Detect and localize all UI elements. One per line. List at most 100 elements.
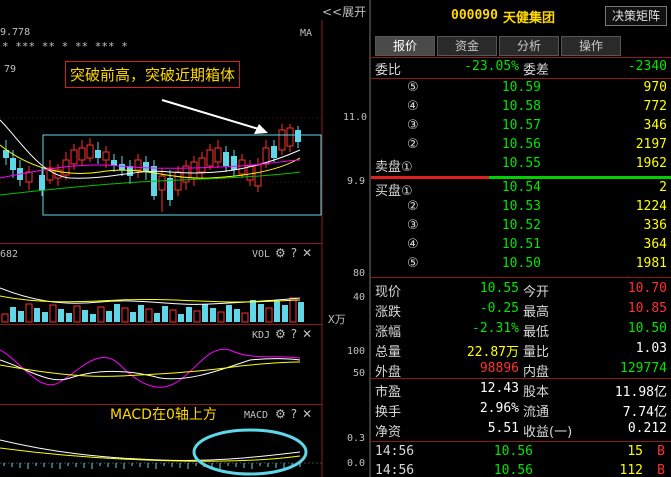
kdj-d-line xyxy=(0,361,301,377)
bid-price: 10.53 xyxy=(501,199,541,214)
stat-label: 最高 xyxy=(523,305,550,320)
candle-body xyxy=(246,165,254,181)
vol-unit: X万 xyxy=(328,313,346,326)
volume-bar xyxy=(202,304,208,322)
tab-operation[interactable]: 操作 xyxy=(561,36,621,56)
fundamental-label: 股本 xyxy=(523,385,550,400)
ma-partial-value: 9.778 xyxy=(0,27,31,38)
candle-body xyxy=(95,150,101,158)
price-axis-tick: 11.0 xyxy=(343,112,368,123)
tab-funds[interactable]: 资金 xyxy=(437,36,497,56)
vol-panel-tools: ⚙? ✕ xyxy=(270,246,312,260)
kline-chart-area[interactable]: 9.778 * *** ** * ** *** * 79 MA 突破前高，突破近… xyxy=(0,0,369,477)
tab-quote[interactable]: 报价 xyxy=(375,36,435,56)
close-icon[interactable]: ✕ xyxy=(302,407,312,421)
stat-value: -0.25 xyxy=(479,301,519,316)
volume-bar xyxy=(97,306,105,323)
gear-icon[interactable]: ⚙ xyxy=(275,246,286,260)
volume-bar xyxy=(25,303,33,323)
close-icon[interactable]: ✕ xyxy=(302,246,312,260)
candle-body xyxy=(39,175,45,190)
candle-body xyxy=(238,159,246,175)
ask-volume: 772 xyxy=(643,99,667,114)
fundamental-label: 收益(一) xyxy=(523,425,573,440)
candle-body xyxy=(174,171,182,191)
volume-bar xyxy=(289,297,297,323)
order-ratio-value: -23.05% xyxy=(464,59,519,74)
volume-bar xyxy=(217,311,225,323)
help-icon[interactable]: ? xyxy=(291,246,297,260)
macd-axis-tick: 0.3 xyxy=(347,433,366,444)
fundamental-row: 市盈 12.43 股本 11.98亿 xyxy=(371,380,671,400)
volume-bar xyxy=(234,309,240,322)
panel-divider xyxy=(0,243,322,244)
volume-bar xyxy=(210,308,216,322)
order-ratio-label: 委比 xyxy=(375,63,402,78)
ask-row[interactable]: ② 10.56 2197 xyxy=(371,136,671,155)
stat-value: 10.85 xyxy=(627,301,667,316)
tick-side: B xyxy=(657,444,665,459)
volume-bar xyxy=(169,309,177,323)
vol-panel-title: VOL xyxy=(252,249,271,260)
stat-value: 10.70 xyxy=(627,281,667,296)
kdj-k-line xyxy=(0,358,301,381)
bid-price: 10.51 xyxy=(501,237,541,252)
order-diff-label: 委差 xyxy=(523,63,550,78)
volume-bar xyxy=(114,304,120,322)
tick-row[interactable]: 14:56 10.56 112 B xyxy=(371,462,671,477)
stat-row: 现价 10.55 今开 10.70 xyxy=(371,280,671,300)
volume-bar xyxy=(66,313,72,322)
ask-row[interactable]: ④ 10.58 772 xyxy=(371,98,671,117)
stock-code: 000090 xyxy=(451,8,498,23)
divider xyxy=(371,378,671,379)
ask-price: 10.55 xyxy=(501,156,541,171)
volume-bar xyxy=(250,300,256,322)
quote-tabs: 报价 资金 分析 操作 xyxy=(375,36,623,56)
volume-bar xyxy=(1,313,9,323)
stat-label: 最低 xyxy=(523,325,550,340)
star-markers: * *** ** * ** *** * xyxy=(2,40,128,53)
candle-body xyxy=(167,178,173,200)
tick-row[interactable]: 14:56 10.56 15 B xyxy=(371,443,671,462)
bid-row[interactable]: ④ 10.51 364 xyxy=(371,236,671,255)
volume-bar xyxy=(193,310,201,323)
bid-level: ② xyxy=(407,199,419,214)
ask-level: ⑤ xyxy=(407,80,419,95)
candle-body xyxy=(190,161,198,179)
ask-row[interactable]: ⑤ 10.59 970 xyxy=(371,79,671,98)
tick-side: B xyxy=(657,463,665,477)
ask-row[interactable]: 卖盘① 10.55 1962 xyxy=(371,155,671,175)
tick-price: 10.56 xyxy=(493,444,533,459)
candle-body xyxy=(278,129,286,151)
stat-label: 总量 xyxy=(375,345,402,360)
volume-bar xyxy=(42,312,48,322)
volume-bar xyxy=(130,312,136,322)
bid-row[interactable]: ③ 10.52 336 xyxy=(371,217,671,236)
ask-level: ③ xyxy=(407,118,419,133)
bid-row[interactable]: ⑤ 10.50 1981 xyxy=(371,255,671,274)
volume-bar xyxy=(154,313,160,322)
help-icon[interactable]: ? xyxy=(291,407,297,421)
fundamental-value: 12.43 xyxy=(479,381,519,396)
bid-level: ③ xyxy=(407,218,419,233)
candle-body xyxy=(86,144,94,159)
macd-panel-tools: ⚙? ✕ xyxy=(270,407,312,421)
tab-analysis[interactable]: 分析 xyxy=(499,36,559,56)
bid-row[interactable]: 买盘① 10.54 2 xyxy=(371,179,671,199)
kdj-panel-title: KDJ xyxy=(252,330,271,341)
stat-row: 涨跌 -0.25 最高 10.85 xyxy=(371,300,671,320)
candle-body xyxy=(295,130,301,142)
order-ratio-row: 委比 -23.05% 委差 -2340 xyxy=(371,58,671,78)
volume-bar xyxy=(34,308,40,322)
fundamental-value: 11.98亿 xyxy=(614,385,667,400)
gear-icon[interactable]: ⚙ xyxy=(275,407,286,421)
close-icon[interactable]: ✕ xyxy=(302,327,312,341)
volume-bar xyxy=(145,308,153,323)
gear-icon[interactable]: ⚙ xyxy=(275,327,286,341)
expand-button[interactable]: <<展开 xyxy=(322,3,366,20)
decision-matrix-button[interactable]: 决策矩阵 xyxy=(605,6,667,26)
ask-row[interactable]: ③ 10.57 346 xyxy=(371,117,671,136)
help-icon[interactable]: ? xyxy=(291,327,297,341)
bid-row[interactable]: ② 10.53 1224 xyxy=(371,198,671,217)
fundamental-label: 换手 xyxy=(375,405,402,420)
